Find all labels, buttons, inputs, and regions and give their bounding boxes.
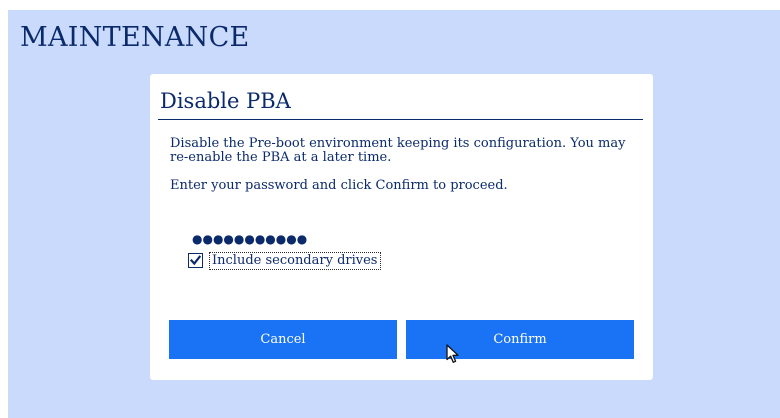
- include-secondary-drives-label[interactable]: Include secondary drives: [209, 252, 382, 270]
- disable-pba-dialog: Disable PBA Disable the Pre-boot environ…: [150, 74, 653, 380]
- include-secondary-drives-checkbox[interactable]: [188, 253, 203, 268]
- cancel-button[interactable]: Cancel: [169, 320, 397, 359]
- dialog-title: Disable PBA: [160, 89, 291, 113]
- mouse-pointer-icon: [446, 344, 459, 363]
- dialog-description: Disable the Pre-boot environment keeping…: [170, 136, 626, 165]
- dialog-instruction: Enter your password and click Confirm to…: [170, 178, 508, 193]
- password-input[interactable]: [192, 230, 392, 248]
- maintenance-screen: MAINTENANCE Disable PBA Disable the Pre-…: [8, 10, 780, 418]
- confirm-button[interactable]: Confirm: [406, 320, 634, 359]
- checkmark-icon: [190, 255, 201, 266]
- page-title: MAINTENANCE: [20, 22, 250, 53]
- title-divider: [158, 119, 643, 120]
